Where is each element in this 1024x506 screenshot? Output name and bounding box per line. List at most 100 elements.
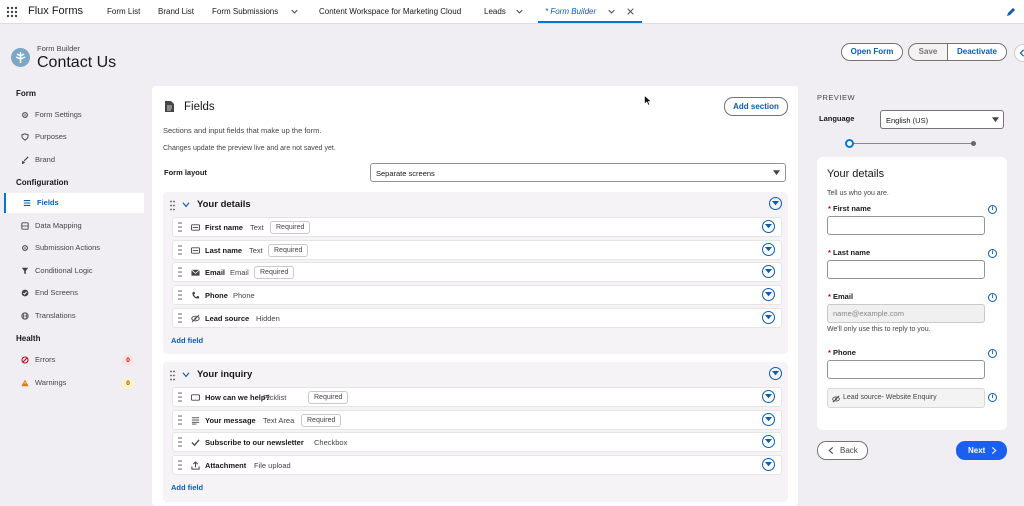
- chevron-down-icon[interactable]: [608, 8, 615, 15]
- field-row-first-name[interactable]: First name Text Required: [172, 217, 782, 237]
- text-field-icon: [191, 224, 200, 231]
- drag-handle-icon[interactable]: [178, 290, 182, 300]
- last-name-label: * Last name: [828, 248, 871, 257]
- info-icon[interactable]: i: [988, 205, 997, 214]
- caret-down-icon: [773, 170, 780, 176]
- hidden-field-text: Lead source- Website Enquiry: [843, 394, 937, 401]
- drag-handle-icon[interactable]: [170, 200, 175, 211]
- sidebar-item-submission-actions[interactable]: Submission Actions: [4, 238, 144, 258]
- last-name-input[interactable]: [827, 260, 985, 279]
- nav-brand-list[interactable]: Brand List: [158, 0, 194, 24]
- add-field-link[interactable]: Add field: [171, 483, 203, 492]
- next-button[interactable]: Next: [956, 441, 1007, 460]
- field-row-last-name[interactable]: Last name Text Required: [172, 240, 782, 260]
- form-layout-select[interactable]: Separate screens: [370, 163, 786, 182]
- deactivate-button[interactable]: Deactivate: [947, 43, 1007, 61]
- sidebar-item-errors[interactable]: Errors 0: [4, 350, 144, 370]
- first-name-label: * First name: [828, 204, 871, 213]
- chevron-down-icon[interactable]: [182, 202, 190, 208]
- add-field-link[interactable]: Add field: [171, 336, 203, 345]
- drag-handle-icon[interactable]: [178, 460, 182, 470]
- back-button[interactable]: Back: [817, 441, 868, 460]
- sidebar-item-conditional-logic[interactable]: Conditional Logic: [4, 261, 144, 281]
- field-menu-button[interactable]: [762, 243, 775, 256]
- field-row-attachment[interactable]: Attachment File upload: [172, 455, 782, 475]
- field-row-lead-source[interactable]: Lead source Hidden: [172, 308, 782, 328]
- drag-handle-icon[interactable]: [178, 222, 182, 232]
- save-button[interactable]: Save: [908, 43, 948, 61]
- field-menu-button[interactable]: [762, 413, 775, 426]
- sidebar-item-form-settings[interactable]: Form Settings: [4, 105, 144, 125]
- section-title: Your details: [197, 199, 251, 210]
- header-subtitle: Form Builder: [37, 44, 80, 53]
- language-select[interactable]: English (US): [880, 110, 1004, 129]
- chevron-down-icon[interactable]: [516, 8, 523, 15]
- drag-handle-icon[interactable]: [178, 267, 182, 277]
- add-section-button[interactable]: Add section: [724, 97, 788, 116]
- preview-note: Changes update the preview live and are …: [163, 145, 336, 152]
- sidebar-item-translations[interactable]: Translations: [4, 306, 144, 326]
- chevron-down-icon[interactable]: [291, 8, 298, 15]
- text-field-icon: [191, 247, 200, 254]
- drag-handle-icon[interactable]: [178, 245, 182, 255]
- info-icon[interactable]: i: [988, 249, 997, 258]
- open-form-button[interactable]: Open Form: [841, 43, 903, 61]
- picklist-icon: [191, 394, 200, 401]
- nav-leads[interactable]: Leads: [484, 0, 506, 24]
- drag-handle-icon[interactable]: [170, 370, 175, 381]
- chevron-down-icon[interactable]: [182, 372, 190, 378]
- sidebar-item-data-mapping[interactable]: Data Mapping: [4, 216, 144, 236]
- email-icon: [191, 269, 200, 276]
- app-launcher-icon[interactable]: [6, 6, 18, 18]
- sidebar-item-warnings[interactable]: Warnings 0: [4, 373, 144, 393]
- field-menu-button[interactable]: [762, 265, 775, 278]
- field-row-email[interactable]: Email Email Required: [172, 262, 782, 282]
- field-row-how-can-we-help[interactable]: How can we help? Picklist Required: [172, 387, 782, 407]
- step-indicator-next[interactable]: [971, 141, 976, 146]
- sidebar-item-brand[interactable]: Brand: [4, 150, 144, 170]
- edit-pencil-icon[interactable]: [1006, 7, 1016, 17]
- nav-content-workspace[interactable]: Content Workspace for Marketing Cloud: [319, 0, 461, 24]
- section-menu-button[interactable]: [769, 367, 782, 380]
- info-icon[interactable]: i: [988, 349, 997, 358]
- sidebar-item-label: Errors: [35, 355, 56, 364]
- form-builder-icon: [11, 48, 30, 67]
- sidebar-item-fields[interactable]: Fields: [4, 193, 144, 213]
- chevron-left-icon: [1019, 49, 1024, 57]
- drag-handle-icon[interactable]: [178, 415, 182, 425]
- field-menu-button[interactable]: [762, 458, 775, 471]
- close-icon[interactable]: [627, 8, 634, 15]
- drag-handle-icon[interactable]: [178, 392, 182, 402]
- first-name-input[interactable]: [827, 216, 985, 235]
- step-indicator-current[interactable]: [845, 139, 854, 148]
- first-name-label-text: First name: [833, 204, 871, 213]
- field-name: Last name: [205, 246, 243, 255]
- field-row-your-message[interactable]: Your message Text Area Required: [172, 410, 782, 430]
- drag-handle-icon[interactable]: [178, 437, 182, 447]
- required-badge: Required: [254, 266, 295, 279]
- nav-form-submissions[interactable]: Form Submissions: [212, 0, 278, 24]
- sidebar-item-end-screens[interactable]: End Screens: [4, 283, 144, 303]
- phone-input[interactable]: [827, 360, 985, 379]
- field-menu-button[interactable]: [762, 435, 775, 448]
- field-menu-button[interactable]: [762, 288, 775, 301]
- field-menu-button[interactable]: [762, 311, 775, 324]
- field-name: How can we help?: [205, 393, 271, 402]
- field-menu-button[interactable]: [762, 220, 775, 233]
- nav-form-list[interactable]: Form List: [107, 0, 140, 24]
- section-menu-button[interactable]: [769, 197, 782, 210]
- info-icon[interactable]: i: [988, 393, 997, 402]
- field-menu-button[interactable]: [762, 390, 775, 403]
- collapse-panel-button[interactable]: [1014, 44, 1024, 62]
- email-input[interactable]: name@example.com: [827, 304, 985, 323]
- info-icon[interactable]: i: [988, 293, 997, 302]
- field-row-subscribe[interactable]: Subscribe to our newsletter Checkbox: [172, 432, 782, 452]
- field-type: Hidden: [256, 314, 280, 323]
- drag-handle-icon[interactable]: [178, 313, 182, 323]
- sidebar-item-purposes[interactable]: Purposes: [4, 127, 144, 147]
- check-circle-icon: [21, 289, 29, 297]
- field-row-phone[interactable]: Phone Phone: [172, 285, 782, 305]
- shield-icon: [21, 133, 29, 141]
- phone-label: * Phone: [828, 348, 856, 357]
- sidebar-heading-form: Form: [16, 89, 36, 98]
